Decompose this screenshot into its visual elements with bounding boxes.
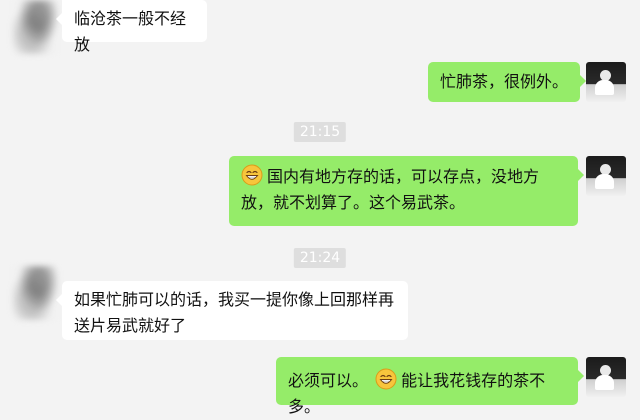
message-bubble-incoming[interactable]: 临沧茶一般不经放	[56, 0, 207, 54]
message-text: 临沧茶一般不经放	[74, 9, 187, 54]
timestamp: 21:15	[293, 122, 347, 142]
contact-avatar[interactable]	[12, 266, 58, 320]
user-avatar[interactable]	[586, 62, 626, 102]
message-text: 必须可以。	[288, 371, 369, 390]
contact-avatar[interactable]	[12, 0, 58, 54]
message-bubble-outgoing[interactable]: 必须可以。 能让我花钱存的茶不多。	[276, 357, 584, 416]
message-text: 国内有地方存的话，可以存点，没地方放，就不划算了。这个易武茶。	[241, 167, 540, 212]
user-avatar[interactable]	[586, 156, 626, 196]
chat-window: 临沧茶一般不经放 忙肺茶，很例外。 21:15 国内有地方存的话，可以存点，没地…	[0, 0, 640, 418]
user-avatar[interactable]	[586, 357, 626, 397]
message-bubble-outgoing[interactable]: 忙肺茶，很例外。	[428, 62, 586, 102]
message-bubble-incoming[interactable]: 如果忙肺可以的话，我买一提你像上回那样再送片易武就好了	[56, 281, 408, 340]
message-bubble-outgoing[interactable]: 国内有地方存的话，可以存点，没地方放，就不划算了。这个易武茶。	[229, 156, 584, 226]
message-text: 忙肺茶，很例外。	[440, 72, 569, 91]
grinning-face-icon	[375, 368, 397, 390]
grinning-face-icon	[241, 164, 263, 186]
message-text: 如果忙肺可以的话，我买一提你像上回那样再送片易武就好了	[74, 290, 395, 335]
timestamp: 21:24	[293, 248, 347, 268]
